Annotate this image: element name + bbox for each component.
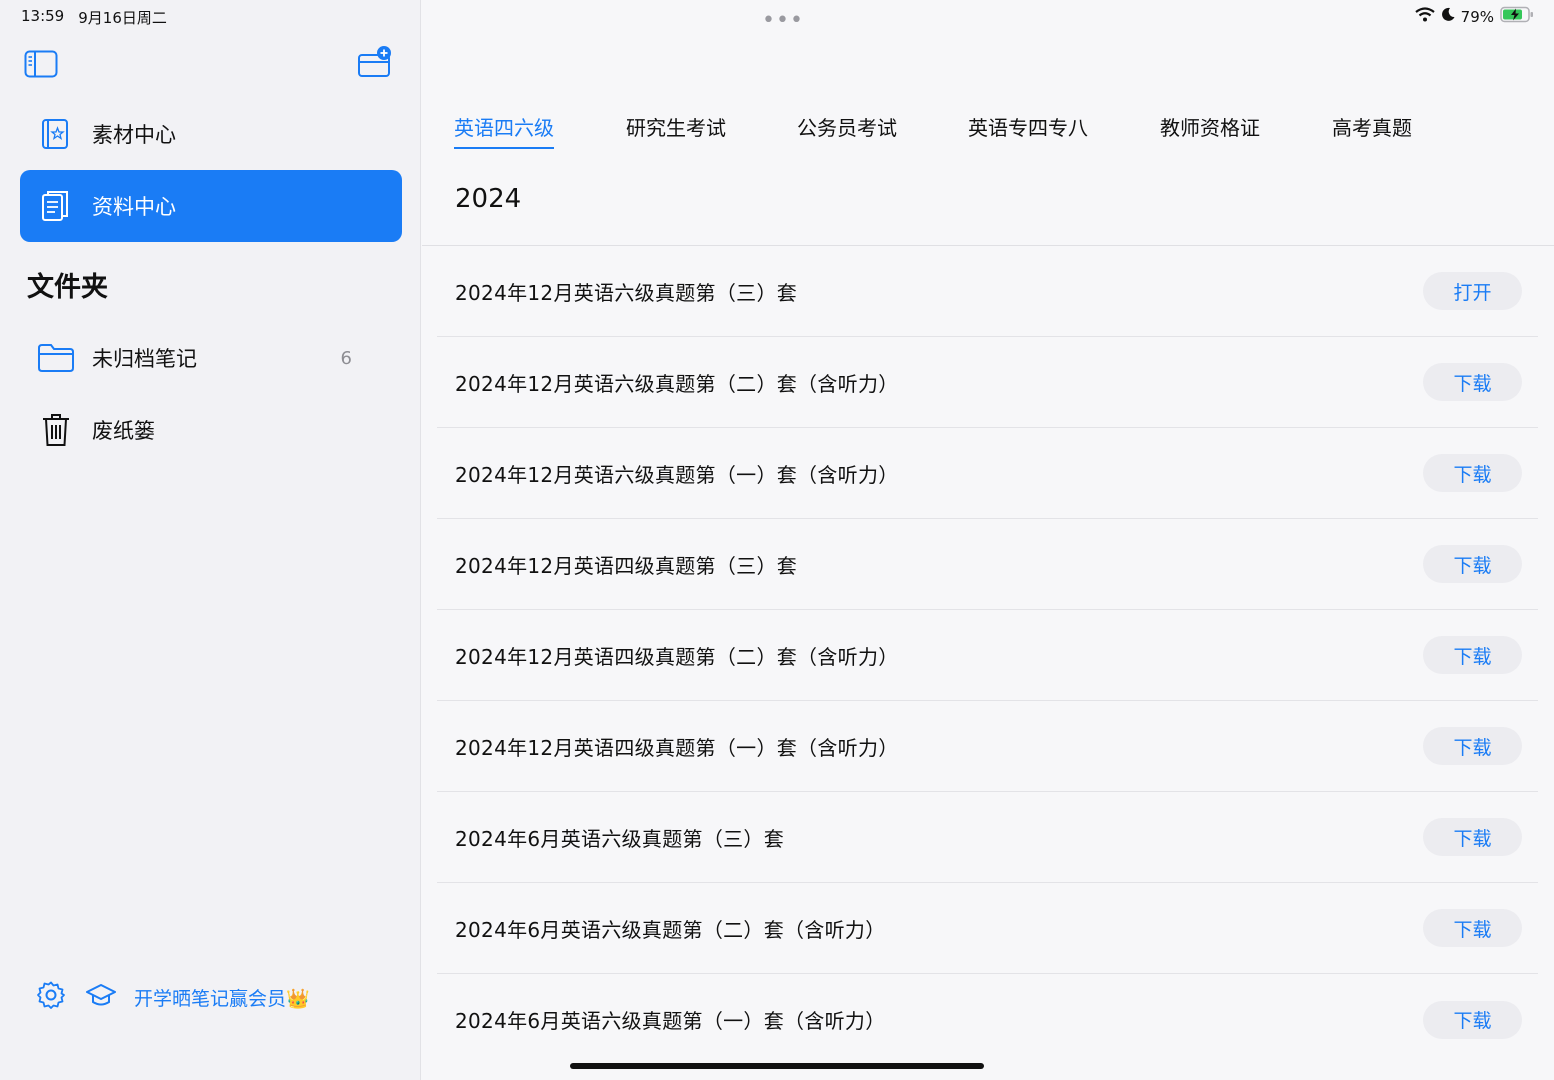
moon-icon xyxy=(1441,7,1455,26)
list-item: 2024年12月英语六级真题第（一）套（含听力） 下载 xyxy=(437,428,1538,519)
download-button[interactable]: 下载 xyxy=(1423,363,1522,401)
item-title: 2024年12月英语四级真题第（二）套（含听力） xyxy=(455,644,899,669)
folder-label: 废纸篓 xyxy=(92,419,155,443)
list-item: 2024年12月英语四级真题第（一）套（含听力） 下载 xyxy=(437,701,1538,792)
resource-list: 2024年12月英语六级真题第（三）套 打开 2024年12月英语六级真题第（二… xyxy=(437,246,1538,1065)
folder-item-unarchived[interactable]: 未归档笔记 6 xyxy=(20,328,402,388)
starred-notebook-icon xyxy=(38,117,72,151)
list-item: 2024年6月英语六级真题第（二）套（含听力） 下载 xyxy=(437,883,1538,974)
tab-civil-service[interactable]: 公务员考试 xyxy=(797,112,897,147)
open-button[interactable]: 打开 xyxy=(1423,272,1522,310)
status-date: 9月16日周二 xyxy=(78,9,167,27)
tab-cet[interactable]: 英语四六级 xyxy=(454,112,554,149)
sidebar-toggle-icon[interactable] xyxy=(24,50,58,78)
item-title: 2024年6月英语六级真题第（一）套（含听力） xyxy=(455,1009,886,1033)
list-item: 2024年12月英语四级真题第（三）套 下载 xyxy=(437,519,1538,610)
download-button[interactable]: 下载 xyxy=(1423,1000,1522,1039)
document-icon xyxy=(38,189,72,223)
status-bar-left: 13:59 9月16日周二 xyxy=(21,7,167,28)
nav-item-materials[interactable]: 素材中心 xyxy=(20,98,402,170)
multitask-dots-icon[interactable]: ••• xyxy=(762,8,804,33)
download-button[interactable]: 下载 xyxy=(1423,818,1522,856)
folder-item-trash[interactable]: 废纸篓 xyxy=(20,400,402,460)
list-item: 2024年12月英语四级真题第（二）套（含听力） 下载 xyxy=(437,610,1538,701)
item-title: 2024年12月英语四级真题第（三）套 xyxy=(455,553,798,578)
item-title: 2024年12月英语四级真题第（一）套（含听力） xyxy=(455,735,899,760)
graduation-cap-icon[interactable] xyxy=(86,982,116,1012)
tab-teacher-cert[interactable]: 教师资格证 xyxy=(1160,112,1260,147)
year-heading: 2024 xyxy=(455,184,522,214)
promo-link[interactable]: 开学晒笔记赢会员👑 xyxy=(134,984,310,1011)
list-item: 2024年12月英语六级真题第（三）套 打开 xyxy=(437,246,1538,337)
download-button[interactable]: 下载 xyxy=(1423,454,1522,492)
list-item: 2024年6月英语六级真题第（一）套（含听力） 下载 xyxy=(437,974,1538,1065)
tab-gaokao[interactable]: 高考真题 xyxy=(1332,112,1412,147)
status-bar-right: 79% xyxy=(1414,6,1534,27)
item-title: 2024年6月英语六级真题第（三）套 xyxy=(455,826,785,851)
main-content: ••• 79% 英语四六级 研究生考试 公务员考试 英语专四专八 教师资格证 高… xyxy=(422,0,1554,1080)
list-item: 2024年12月英语六级真题第（二）套（含听力） 下载 xyxy=(437,337,1538,428)
trash-icon xyxy=(36,413,76,447)
download-button[interactable]: 下载 xyxy=(1423,727,1522,765)
sidebar: 13:59 9月16日周二 素材中心 资料中心 文件夹 未归档笔记 6 废纸篓 … xyxy=(0,0,421,1080)
settings-icon[interactable] xyxy=(36,980,66,1014)
sidebar-bottom-bar: 开学晒笔记赢会员👑 xyxy=(36,980,310,1014)
download-button[interactable]: 下载 xyxy=(1423,545,1522,583)
nav-item-label: 素材中心 xyxy=(92,123,176,147)
status-time: 13:59 xyxy=(21,7,65,25)
battery-icon xyxy=(1500,6,1534,27)
download-button[interactable]: 下载 xyxy=(1423,636,1522,674)
folders-section-title: 文件夹 xyxy=(27,272,108,303)
tab-tem[interactable]: 英语专四专八 xyxy=(968,112,1088,147)
tab-postgraduate[interactable]: 研究生考试 xyxy=(626,112,726,147)
item-title: 2024年12月英语六级真题第（二）套（含听力） xyxy=(455,371,899,396)
folder-icon xyxy=(36,341,76,375)
nav-item-label: 资料中心 xyxy=(92,195,176,219)
nav-item-resources[interactable]: 资料中心 xyxy=(20,170,402,242)
wifi-icon xyxy=(1414,7,1435,26)
folder-count: 6 xyxy=(340,347,352,369)
item-title: 2024年12月英语六级真题第（一）套（含听力） xyxy=(455,462,899,487)
new-folder-icon[interactable] xyxy=(357,45,393,79)
home-indicator[interactable] xyxy=(570,1063,984,1069)
list-item: 2024年6月英语六级真题第（三）套 下载 xyxy=(437,792,1538,883)
download-button[interactable]: 下载 xyxy=(1423,909,1522,947)
item-title: 2024年6月英语六级真题第（二）套（含听力） xyxy=(455,917,886,942)
folder-label: 未归档笔记 xyxy=(92,347,197,371)
battery-percent: 79% xyxy=(1460,7,1494,26)
item-title: 2024年12月英语六级真题第（三）套 xyxy=(455,280,798,305)
